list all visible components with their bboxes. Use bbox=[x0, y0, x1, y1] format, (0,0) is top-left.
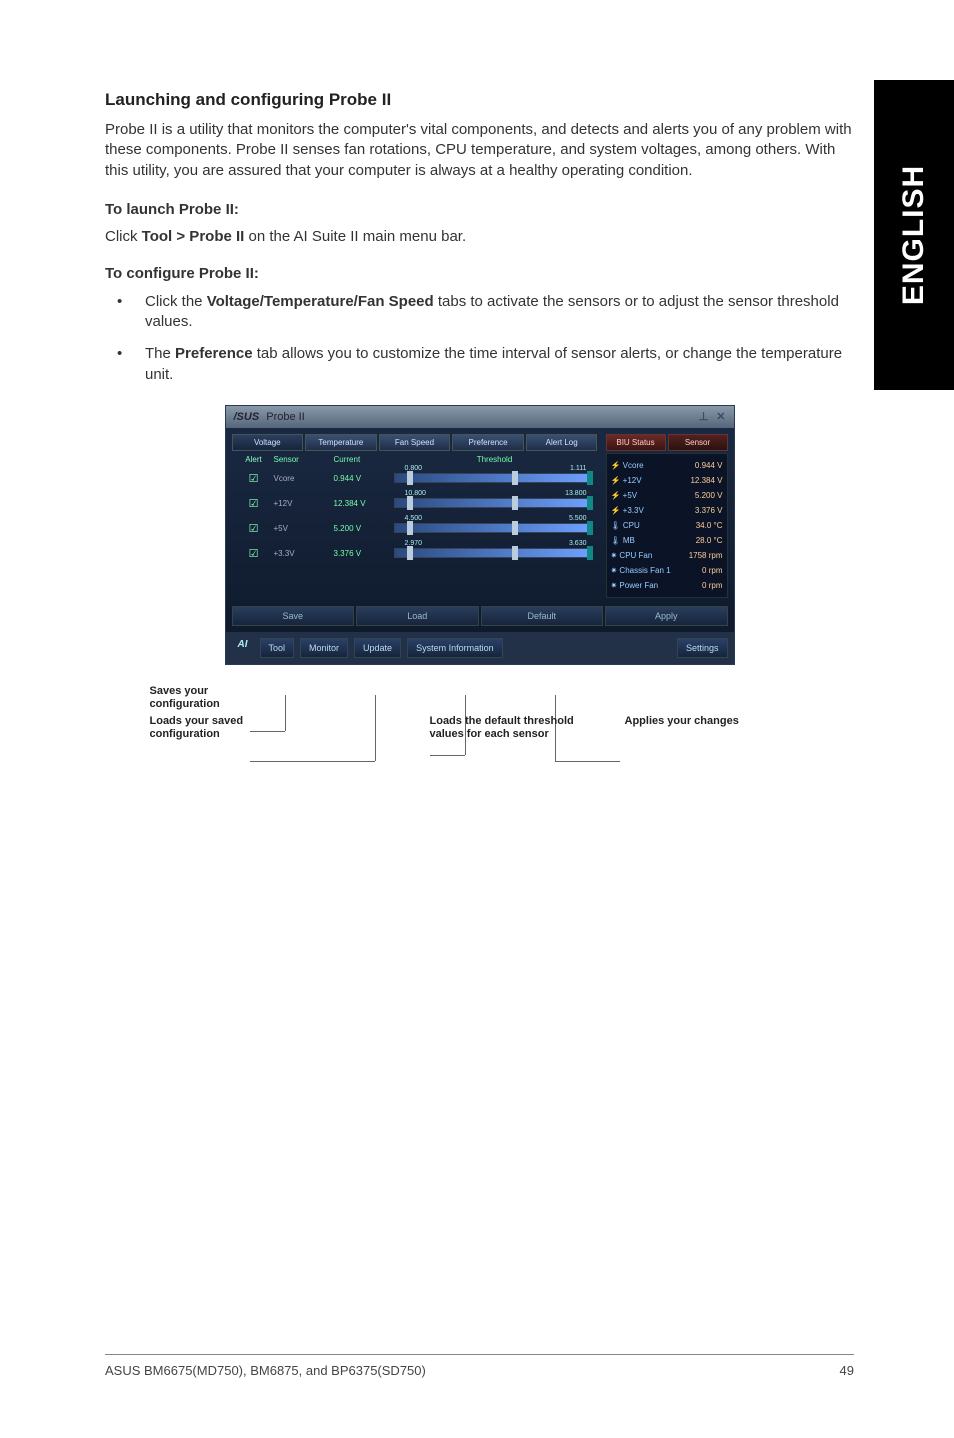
tab-voltage[interactable]: Voltage bbox=[232, 434, 304, 451]
footer-sysinfo-button[interactable]: System Information bbox=[407, 638, 503, 658]
sensor-value: 5.200 V bbox=[334, 524, 394, 533]
section-heading: Launching and configuring Probe II bbox=[105, 90, 854, 110]
tab-alert-log[interactable]: Alert Log bbox=[526, 434, 598, 451]
sensor-name: +3.3V bbox=[274, 549, 334, 558]
callout-default: Loads the default threshold values for e… bbox=[430, 715, 580, 741]
column-headers: Alert Sensor Current Threshold bbox=[232, 451, 598, 466]
status-row: ⚡ Vcore0.944 V bbox=[611, 458, 723, 473]
threshold-slider[interactable]: 2.9703.630 bbox=[394, 548, 592, 558]
callout-load: Loads your saved configuration bbox=[150, 715, 270, 741]
bullet-item: The Preference tab allows you to customi… bbox=[105, 344, 854, 385]
language-tab: ENGLISH bbox=[874, 80, 954, 390]
sensor-value: 0.944 V bbox=[334, 474, 394, 483]
window-title: /SUS Probe II bbox=[234, 411, 305, 423]
sensor-name: +5V bbox=[274, 524, 334, 533]
alert-checkbox[interactable]: ☑ bbox=[234, 472, 274, 485]
tab-temperature[interactable]: Temperature bbox=[305, 434, 377, 451]
bullet-item: Click the Voltage/Temperature/Fan Speed … bbox=[105, 292, 854, 333]
sensor-row: ☑+3.3V3.376 V2.9703.630 bbox=[232, 541, 598, 566]
status-row: ⚡ +3.3V3.376 V bbox=[611, 503, 723, 518]
language-label: ENGLISH bbox=[897, 165, 931, 305]
page-footer: ASUS BM6675(MD750), BM6875, and BP6375(S… bbox=[105, 1354, 854, 1378]
status-row: ⚡ +12V12.384 V bbox=[611, 473, 723, 488]
probe-ii-window: /SUS Probe II ⊥ ✕ Voltage Temperature Fa… bbox=[225, 405, 735, 665]
minimize-icon[interactable]: ⊥ bbox=[699, 410, 709, 423]
sensor-value: 12.384 V bbox=[334, 499, 394, 508]
status-row: ✷ CPU Fan1758 rpm bbox=[611, 548, 723, 563]
footer-update-button[interactable]: Update bbox=[354, 638, 401, 658]
sensor-row: ☑+12V12.384 V10.80013.800 bbox=[232, 491, 598, 516]
status-tab-sensor[interactable]: Sensor bbox=[668, 434, 728, 451]
footer-settings-button[interactable]: Settings bbox=[677, 638, 728, 658]
launch-heading: To launch Probe II: bbox=[105, 201, 854, 218]
status-row: ⚡ +5V5.200 V bbox=[611, 488, 723, 503]
alert-checkbox[interactable]: ☑ bbox=[234, 497, 274, 510]
footer-page-number: 49 bbox=[840, 1363, 854, 1378]
tab-preference[interactable]: Preference bbox=[452, 434, 524, 451]
save-button[interactable]: Save bbox=[232, 606, 355, 626]
alert-checkbox[interactable]: ☑ bbox=[234, 522, 274, 535]
window-titlebar: /SUS Probe II ⊥ ✕ bbox=[226, 406, 734, 428]
alert-checkbox[interactable]: ☑ bbox=[234, 547, 274, 560]
configure-heading: To configure Probe II: bbox=[105, 265, 854, 282]
intro-paragraph: Probe II is a utility that monitors the … bbox=[105, 120, 854, 181]
apply-button[interactable]: Apply bbox=[605, 606, 728, 626]
window-controls: ⊥ ✕ bbox=[699, 410, 726, 423]
status-row: 🌡 MB28.0 °C bbox=[611, 533, 723, 548]
status-row: ✷ Chassis Fan 10 rpm bbox=[611, 563, 723, 578]
load-button[interactable]: Load bbox=[356, 606, 479, 626]
sensor-name: +12V bbox=[274, 499, 334, 508]
sensor-row: ☑+5V5.200 V4.5005.500 bbox=[232, 516, 598, 541]
sensor-row: ☑Vcore0.944 V0.8001.111 bbox=[232, 466, 598, 491]
status-row: 🌡 CPU34.0 °C bbox=[611, 518, 723, 533]
threshold-slider[interactable]: 10.80013.800 bbox=[394, 498, 592, 508]
callout-save: Saves your configuration bbox=[150, 685, 250, 711]
close-icon[interactable]: ✕ bbox=[716, 410, 725, 423]
sensor-name: Vcore bbox=[274, 474, 334, 483]
threshold-slider[interactable]: 4.5005.500 bbox=[394, 523, 592, 533]
status-tab-biu[interactable]: BIU Status bbox=[606, 434, 666, 451]
tab-fan-speed[interactable]: Fan Speed bbox=[379, 434, 451, 451]
threshold-slider[interactable]: 0.8001.111 bbox=[394, 473, 592, 483]
footer-product: ASUS BM6675(MD750), BM6875, and BP6375(S… bbox=[105, 1363, 426, 1378]
status-panel: ⚡ Vcore0.944 V⚡ +12V12.384 V⚡ +5V5.200 V… bbox=[606, 453, 728, 598]
launch-instruction: Click Tool > Probe II on the AI Suite II… bbox=[105, 228, 854, 245]
ai-suite-icon: AI bbox=[232, 639, 254, 657]
sensor-value: 3.376 V bbox=[334, 549, 394, 558]
footer-tool-button[interactable]: Tool bbox=[260, 638, 295, 658]
status-row: ✷ Power Fan0 rpm bbox=[611, 578, 723, 593]
default-button[interactable]: Default bbox=[481, 606, 604, 626]
callout-apply: Applies your changes bbox=[625, 715, 785, 728]
footer-monitor-button[interactable]: Monitor bbox=[300, 638, 348, 658]
